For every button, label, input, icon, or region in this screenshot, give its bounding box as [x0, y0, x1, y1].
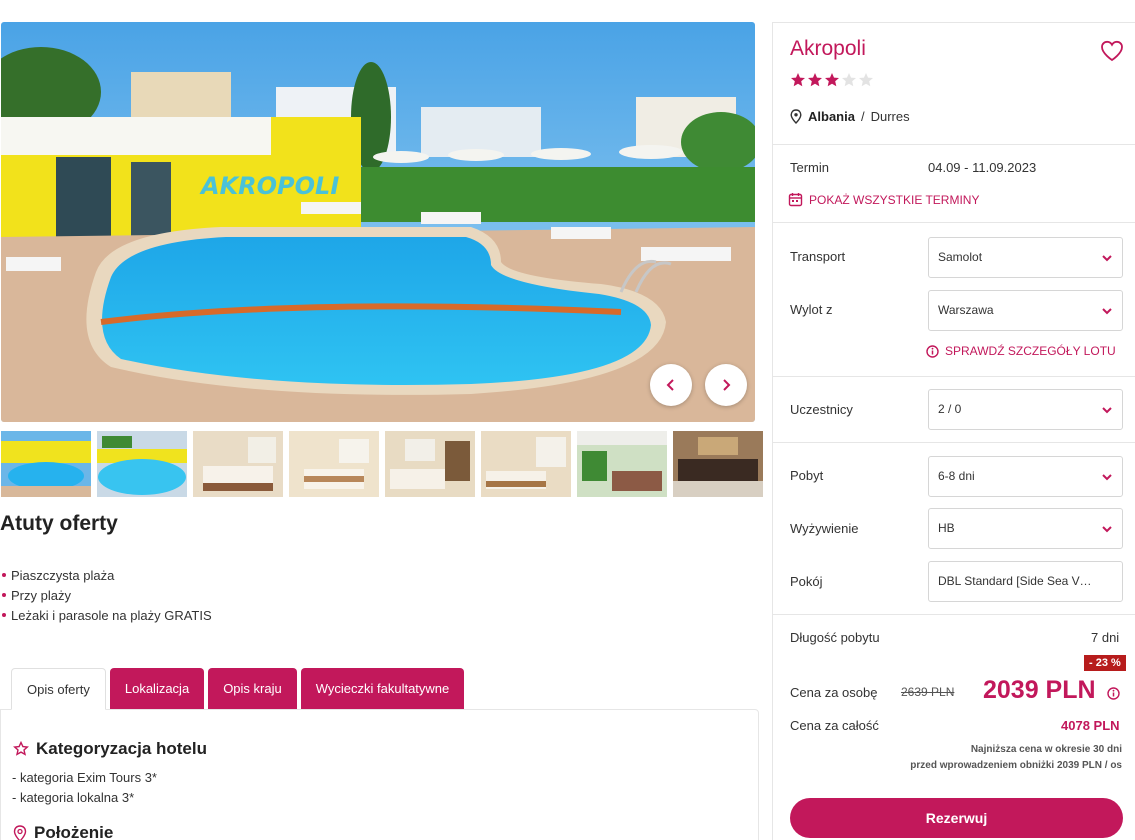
tab-panel: Kategoryzacja hotelu - kategoria Exim To… [0, 709, 759, 840]
show-all-terms-label: POKAŻ WSZYSTKIE TERMINY [809, 192, 980, 207]
info-icon [1107, 687, 1120, 700]
star-outline-icon [13, 741, 29, 756]
room-select[interactable]: DBL Standard [Side Sea View]/Sea View [928, 561, 1123, 602]
hotel-name: Akropoli [790, 37, 866, 60]
tab-optional-excursions[interactable]: Wycieczki fakultatywne [300, 668, 465, 710]
board-select[interactable]: HB [928, 508, 1123, 549]
country: Albania [808, 109, 855, 124]
stay-select[interactable]: 6-8 dni [928, 456, 1123, 497]
favorite-button[interactable] [1100, 40, 1124, 67]
info-icon [926, 344, 939, 358]
divider [773, 614, 1135, 615]
participants-select[interactable]: 2 / 0 [928, 389, 1123, 430]
term-label: Termin [790, 160, 830, 175]
room-value: DBL Standard [Side Sea View]/Sea View [938, 574, 1123, 588]
star-empty-icon [842, 73, 856, 87]
hero-photo[interactable]: AKROPOLI [1, 22, 755, 422]
participants-label: Uczestnicy [790, 402, 853, 417]
star-filled-icon [825, 73, 839, 87]
chevron-right-icon [723, 379, 731, 391]
advantages-list: Piaszczysta plaża Przy plaży Leżaki i pa… [0, 566, 212, 626]
star-filled-icon [791, 73, 805, 87]
advantage-item: Leżaki i parasole na plaży GRATIS [0, 606, 212, 626]
divider [773, 144, 1135, 145]
board-label: Wyżywienie [790, 521, 859, 536]
flight-details-link[interactable]: SPRAWDŹ SZCZEGÓŁY LOTU [926, 344, 1116, 358]
transport-label: Transport [790, 249, 846, 264]
categorization-title: Kategoryzacja hotelu [36, 739, 207, 758]
advantage-item: Przy plaży [0, 586, 212, 606]
tab-country-description[interactable]: Opis kraju [208, 668, 297, 710]
category-line: - kategoria Exim Tours 3* [12, 770, 157, 785]
lowest-price-note: przed wprowadzeniem obniżki 2039 PLN / o… [910, 760, 1122, 771]
gallery-next-button[interactable] [705, 364, 747, 406]
thumbnail-room-twin[interactable] [193, 431, 283, 497]
location-title: Położenie [34, 823, 114, 840]
departure-select[interactable]: Warszawa [928, 290, 1123, 331]
participants-value: 2 / 0 [938, 402, 962, 416]
chevron-down-icon [1102, 474, 1112, 481]
thumbnail-pool-aerial[interactable] [97, 431, 187, 497]
thumbnail-strip [1, 431, 763, 497]
advantages-title: Atuty oferty [0, 512, 118, 535]
thumbnail-room-standard[interactable] [481, 431, 571, 497]
old-price: 2639 PLN [901, 685, 955, 699]
categorization-heading: Kategoryzacja hotelu [13, 739, 207, 759]
length-value: 7 dni [1091, 630, 1120, 645]
divider [773, 222, 1135, 223]
departure-value: Warszawa [938, 303, 994, 317]
chevron-down-icon [1102, 308, 1112, 315]
thumbnail-pool[interactable] [1, 431, 91, 497]
price-info-button[interactable] [1107, 687, 1120, 705]
length-label: Długość pobytu [790, 630, 880, 645]
room-label: Pokój [790, 574, 823, 589]
total-label: Cena za całość [790, 718, 879, 733]
stay-label: Pobyt [790, 468, 824, 483]
map-pin-icon [13, 824, 27, 840]
booking-panel: Akropoli Albania / Durres Termin 04.09 -… [772, 22, 1135, 840]
transport-value: Samolot [938, 250, 983, 264]
show-all-terms-link[interactable]: POKAŻ WSZYSTKIE TERMINY [788, 192, 979, 207]
location-heading: Położenie [13, 823, 113, 840]
tab-location[interactable]: Lokalizacja [109, 668, 205, 710]
board-value: HB [938, 521, 955, 535]
map-pin-icon [790, 109, 802, 124]
location-separator: / [860, 109, 865, 124]
hotel-sign: AKROPOLI [199, 172, 339, 200]
chevron-down-icon [1102, 407, 1112, 414]
heart-icon [1101, 40, 1123, 62]
thumbnail-room-bright[interactable] [385, 431, 475, 497]
hotel-rating [790, 72, 874, 88]
city: Durres [870, 109, 910, 124]
advantage-item: Piaszczysta plaża [0, 566, 212, 586]
stay-value: 6-8 dni [938, 469, 975, 483]
calendar-icon [788, 193, 803, 207]
category-line: - kategoria lokalna 3* [12, 790, 135, 805]
discount-badge: - 23 % [1084, 655, 1126, 671]
gallery-prev-button[interactable] [650, 364, 692, 406]
chevron-down-icon [1102, 526, 1112, 533]
chevron-down-icon [1102, 255, 1112, 262]
star-filled-icon [808, 73, 822, 87]
total-price: 4078 PLN [1061, 718, 1120, 733]
new-price: 2039 PLN [983, 676, 1096, 704]
pool-photo: AKROPOLI [1, 22, 755, 422]
lowest-price-note: Najniższa cena w okresie 30 dni [970, 744, 1122, 755]
thumbnail-reception[interactable] [673, 431, 763, 497]
transport-select[interactable]: Samolot [928, 237, 1123, 278]
star-empty-icon [859, 73, 873, 87]
hotel-location: Albania / Durres [790, 109, 910, 124]
divider [773, 376, 1135, 377]
book-button[interactable]: Rezerwuj [790, 798, 1123, 838]
flight-details-label: SPRAWDŹ SZCZEGÓŁY LOTU [945, 344, 1116, 358]
tab-offer-description[interactable]: Opis oferty [11, 668, 106, 710]
chevron-left-icon [666, 379, 674, 391]
thumbnail-room-double[interactable] [289, 431, 379, 497]
thumbnail-restaurant-terrace[interactable] [577, 431, 667, 497]
offer-tabs: Opis oferty Lokalizacja Opis kraju Wycie… [11, 668, 465, 710]
term-value: 04.09 - 11.09.2023 [928, 160, 1037, 175]
divider [773, 442, 1135, 443]
departure-label: Wylot z [790, 302, 833, 317]
per-person-label: Cena za osobę [790, 685, 878, 700]
